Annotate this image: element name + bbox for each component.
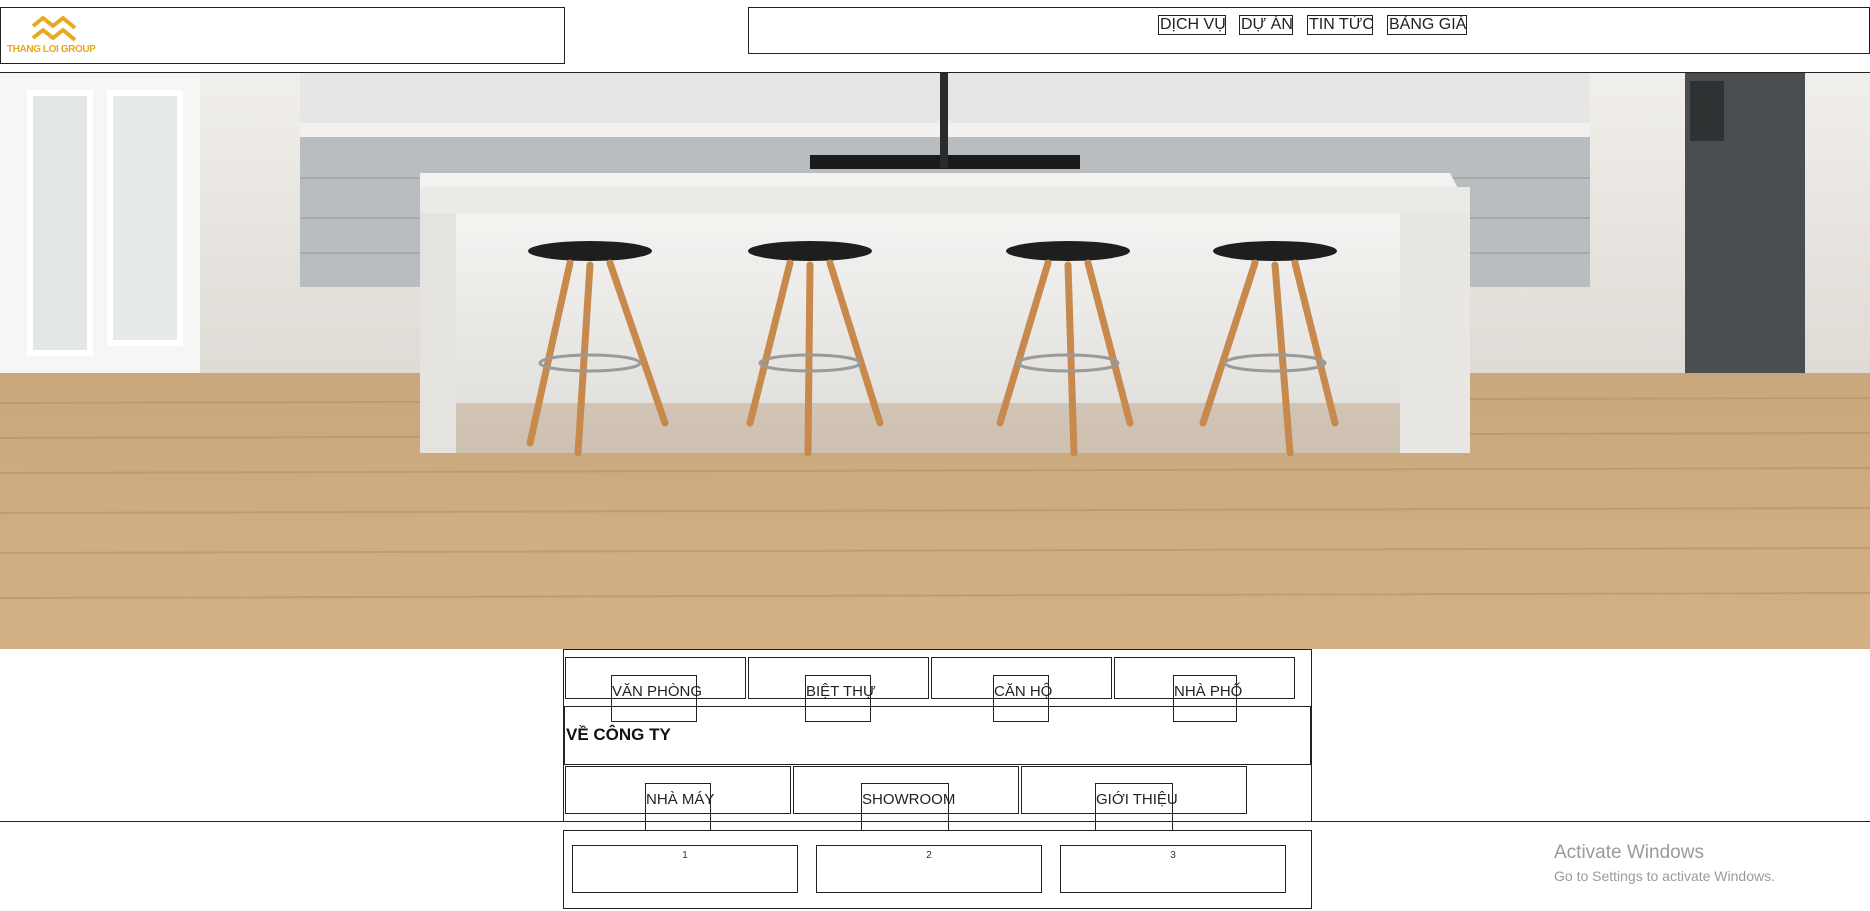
- nav-item-tin-tuc[interactable]: TIN TỨC: [1307, 15, 1374, 35]
- windows-activation-watermark: Activate Windows Go to Settings to activ…: [1554, 842, 1775, 884]
- watermark-subtitle: Go to Settings to activate Windows.: [1554, 868, 1775, 884]
- about-link-nha-may[interactable]: NHÀ MÁY: [645, 783, 714, 831]
- nav-item-du-an[interactable]: DỰ ÁN: [1239, 15, 1293, 35]
- category-link-van-phong[interactable]: VĂN PHÒNG: [611, 675, 702, 722]
- about-section-title: VỀ CÔNG TY: [566, 725, 671, 744]
- category-link-biet-thu[interactable]: BIỆT THỰ: [805, 675, 876, 722]
- nav-item-dich-vu[interactable]: DỊCH VỤ: [1158, 15, 1226, 35]
- slide-number: 1: [682, 850, 688, 861]
- logo-container: THANG LOI GROUP: [0, 7, 565, 64]
- watermark-title: Activate Windows: [1554, 842, 1704, 863]
- category-section: VỀ CÔNG TY VĂN PHÒNG BIỆT THỰ CĂN HỘ NHÀ…: [563, 649, 1312, 831]
- hero-banner-image: [0, 73, 1870, 649]
- about-link-showroom[interactable]: SHOWROOM: [861, 783, 955, 831]
- slide-number: 3: [1170, 850, 1176, 861]
- brand-logo[interactable]: THANG LOI GROUP: [7, 14, 107, 60]
- kitchen-illustration: [0, 73, 1870, 649]
- slide-number: 2: [926, 850, 932, 861]
- logo-mark-icon: [31, 16, 77, 42]
- main-nav: DỊCH VỤ DỰ ÁN TIN TỨC BẢNG GIÁ: [748, 7, 1870, 54]
- slide-item[interactable]: 1: [572, 845, 798, 893]
- nav-item-bang-gia[interactable]: BẢNG GIÁ: [1387, 15, 1467, 35]
- category-link-nha-pho[interactable]: NHÀ PHỐ: [1173, 675, 1242, 722]
- logo-text: THANG LOI GROUP: [7, 44, 96, 55]
- about-link-gioi-thieu[interactable]: GIỚI THIỆU: [1095, 783, 1178, 831]
- category-link-can-ho[interactable]: CĂN HỘ: [993, 675, 1052, 722]
- slide-item[interactable]: 2: [816, 845, 1042, 893]
- section-divider: [0, 821, 1870, 822]
- slide-item[interactable]: 3: [1060, 845, 1286, 893]
- slider: 1 2 3: [563, 830, 1312, 909]
